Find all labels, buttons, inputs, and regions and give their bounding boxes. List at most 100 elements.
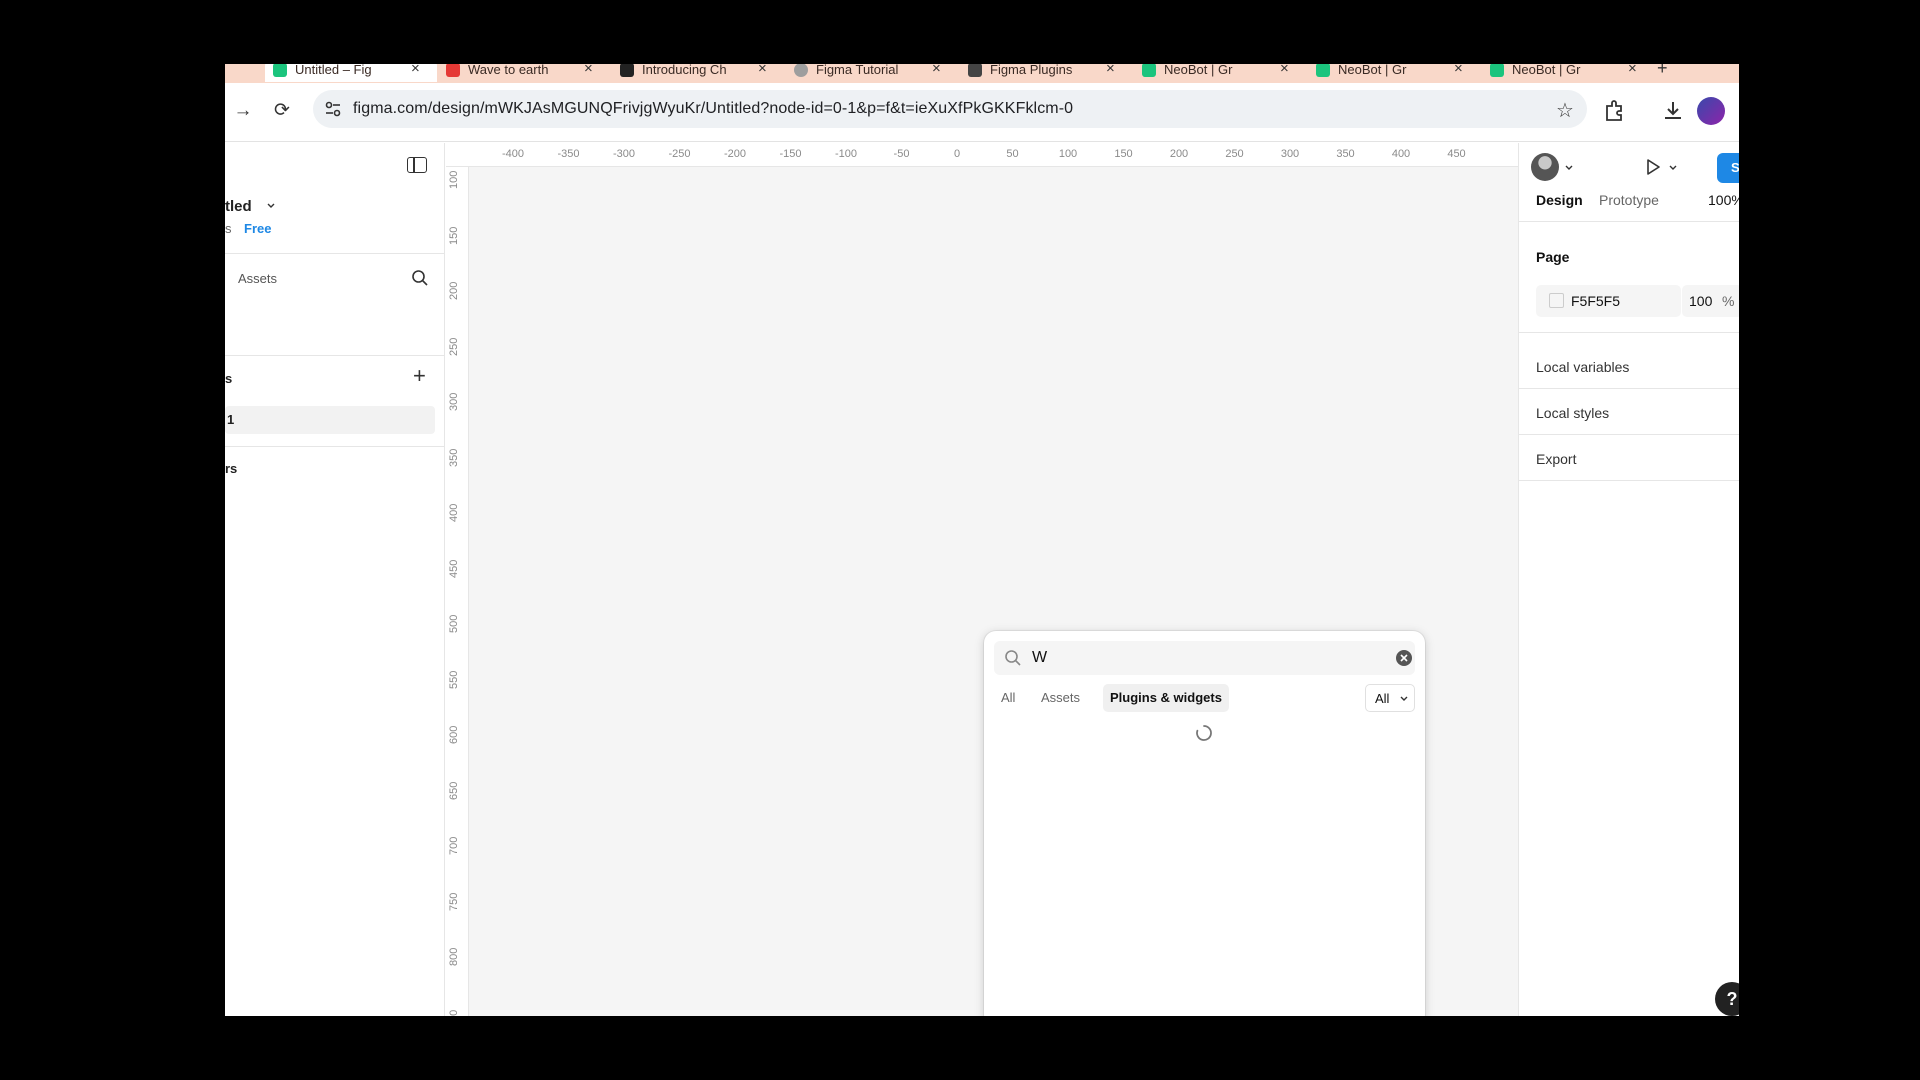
browser-tab[interactable]: Untitled – Fig ×: [265, 64, 437, 82]
quick-actions-input[interactable]: [1032, 647, 1372, 669]
tab-all[interactable]: All: [994, 684, 1022, 712]
design-canvas[interactable]: -400 -350 -300 -250 -200 -150 -100 -50 0 50 100 150…: [446, 143, 1518, 1016]
close-tab-icon[interactable]: ×: [1628, 64, 1637, 77]
assets-tab[interactable]: Assets: [238, 271, 277, 286]
browser-tab[interactable]: Figma Plugins ×: [960, 64, 1132, 82]
close-tab-icon[interactable]: ×: [411, 64, 420, 77]
left-panel: tled s Free Assets s + 1 rs: [225, 143, 445, 1016]
new-tab-icon[interactable]: +: [1657, 64, 1668, 79]
filter-dropdown-value: All: [1375, 691, 1390, 706]
sidebar-toggle-icon[interactable]: [407, 157, 427, 173]
ruler-tick-label: -250: [668, 148, 691, 160]
divider: [1519, 480, 1739, 481]
page-opacity-value[interactable]: 100: [1689, 293, 1712, 309]
search-icon: [1005, 650, 1021, 666]
quick-actions-dialog: All Assets Plugins & widgets All: [984, 631, 1425, 1016]
close-tab-icon[interactable]: ×: [1106, 64, 1115, 77]
ruler-tick-label: 150: [448, 226, 460, 245]
address-bar[interactable]: figma.com/design/mWKJAsMGUNQFrivjgWyuKr/…: [313, 90, 1587, 128]
browser-tab-title: Untitled – Fig: [295, 64, 372, 77]
youtube-favicon-icon: [446, 64, 460, 77]
close-tab-icon[interactable]: ×: [758, 64, 767, 77]
url-text[interactable]: figma.com/design/mWKJAsMGUNQFrivjgWyuKr/…: [353, 100, 1073, 118]
browser-tab[interactable]: Figma Tutorial ×: [786, 64, 958, 82]
bookmark-star-icon[interactable]: ☆: [1556, 98, 1574, 123]
export-section[interactable]: Export: [1536, 451, 1576, 467]
page-fill-hex[interactable]: F5F5F5: [1571, 293, 1620, 309]
ruler-tick-label: 550: [448, 670, 460, 689]
ruler-tick-label: -150: [779, 148, 802, 160]
page-item[interactable]: 1: [225, 406, 435, 434]
search-icon[interactable]: [411, 269, 429, 287]
ruler-tick-label: 50: [448, 1009, 460, 1016]
close-tab-icon[interactable]: ×: [1454, 64, 1463, 77]
local-styles-section[interactable]: Local styles: [1536, 405, 1609, 421]
browser-tab-title: Introducing Ch: [642, 64, 727, 77]
tab-prototype[interactable]: Prototype: [1599, 192, 1659, 208]
tab-design[interactable]: Design: [1536, 192, 1583, 208]
ruler-tick-label: 700: [448, 836, 460, 855]
browser-toolbar: → ⟳ figma.com/design/mWKJAsMGUNQFrivjgWy…: [225, 83, 1739, 142]
close-tab-icon[interactable]: ×: [1280, 64, 1289, 77]
screen: Untitled – Fig × Wave to earth × Introdu…: [225, 64, 1739, 1016]
ruler-tick-label: 450: [448, 559, 460, 578]
ruler-tick-label: -200: [723, 148, 747, 160]
user-avatar[interactable]: [1531, 153, 1559, 181]
tab-plugins-widgets[interactable]: Plugins & widgets: [1103, 684, 1229, 712]
filter-dropdown[interactable]: All: [1365, 684, 1415, 712]
loading-spinner-icon: [1196, 725, 1212, 741]
browser-tab[interactable]: NeoBot | Gr ×: [1482, 64, 1654, 82]
horizontal-ruler: -400 -350 -300 -250 -200 -150 -100 -50 0 50 100 150…: [446, 143, 1518, 167]
browser-tab[interactable]: Introducing Ch ×: [612, 64, 784, 82]
ruler-tick-label: 250: [1225, 148, 1244, 160]
add-page-icon[interactable]: +: [413, 363, 426, 389]
chevron-down-icon[interactable]: [267, 203, 275, 209]
browser-tab-title: NeoBot | Gr: [1338, 64, 1407, 77]
ruler-tick-label: -350: [557, 148, 580, 160]
figma-favicon-icon: [1490, 64, 1504, 77]
reload-icon[interactable]: ⟳: [268, 97, 296, 125]
browser-tab[interactable]: Wave to earth ×: [438, 64, 610, 82]
ruler-tick-label: 150: [1114, 148, 1133, 160]
divider: [1519, 434, 1739, 435]
plan-prefix: s: [225, 221, 232, 236]
ruler-tick-label: 100: [448, 170, 460, 189]
browser-tab[interactable]: NeoBot | Gr ×: [1134, 64, 1306, 82]
forward-icon[interactable]: →: [229, 97, 257, 125]
pages-heading: s: [225, 371, 233, 386]
site-settings-icon[interactable]: [323, 99, 343, 119]
profile-avatar-icon[interactable]: [1697, 97, 1725, 125]
ruler-tick-label: 500: [448, 614, 460, 633]
file-name[interactable]: tled: [225, 198, 252, 215]
ruler-tick-label: -50: [893, 148, 910, 160]
plan-badge[interactable]: Free: [244, 221, 271, 236]
page-opacity-unit: %: [1722, 293, 1735, 309]
browser-tab-title: Wave to earth: [468, 64, 549, 77]
local-variables-section[interactable]: Local variables: [1536, 359, 1629, 375]
ruler-tick-label: -400: [501, 148, 525, 160]
browser-tab-title: Figma Plugins: [990, 64, 1073, 77]
browser-tab-title: Figma Tutorial: [816, 64, 899, 77]
page-fill-swatch[interactable]: [1549, 293, 1564, 308]
download-icon[interactable]: [1659, 97, 1687, 125]
chevron-down-icon[interactable]: [1565, 165, 1573, 171]
close-tab-icon[interactable]: ×: [584, 64, 593, 77]
figma-favicon-icon: [273, 64, 287, 77]
share-button[interactable]: Sh: [1717, 153, 1739, 183]
ruler-tick-label: -100: [834, 148, 858, 160]
zoom-level[interactable]: 100%: [1708, 192, 1739, 208]
play-icon[interactable]: [1643, 157, 1663, 177]
chevron-down-icon[interactable]: [1669, 165, 1677, 171]
close-tab-icon[interactable]: ×: [932, 64, 941, 77]
browser-tab[interactable]: NeoBot | Gr ×: [1308, 64, 1480, 82]
vertical-ruler: 100 150 200 250 300 350 400 450 500 550 600 650 700 7…: [446, 167, 469, 1016]
divider: [225, 446, 445, 447]
tab-assets[interactable]: Assets: [1034, 684, 1087, 712]
extensions-icon[interactable]: [1600, 97, 1628, 125]
ruler-tick-label: 350: [1336, 148, 1355, 160]
ruler-tick-label: 50: [1006, 148, 1019, 160]
browser-tab-strip: Untitled – Fig × Wave to earth × Introdu…: [225, 64, 1739, 83]
page-item-label: 1: [227, 412, 235, 427]
browser-tab-title: NeoBot | Gr: [1512, 64, 1581, 77]
clear-search-icon[interactable]: [1395, 649, 1413, 667]
